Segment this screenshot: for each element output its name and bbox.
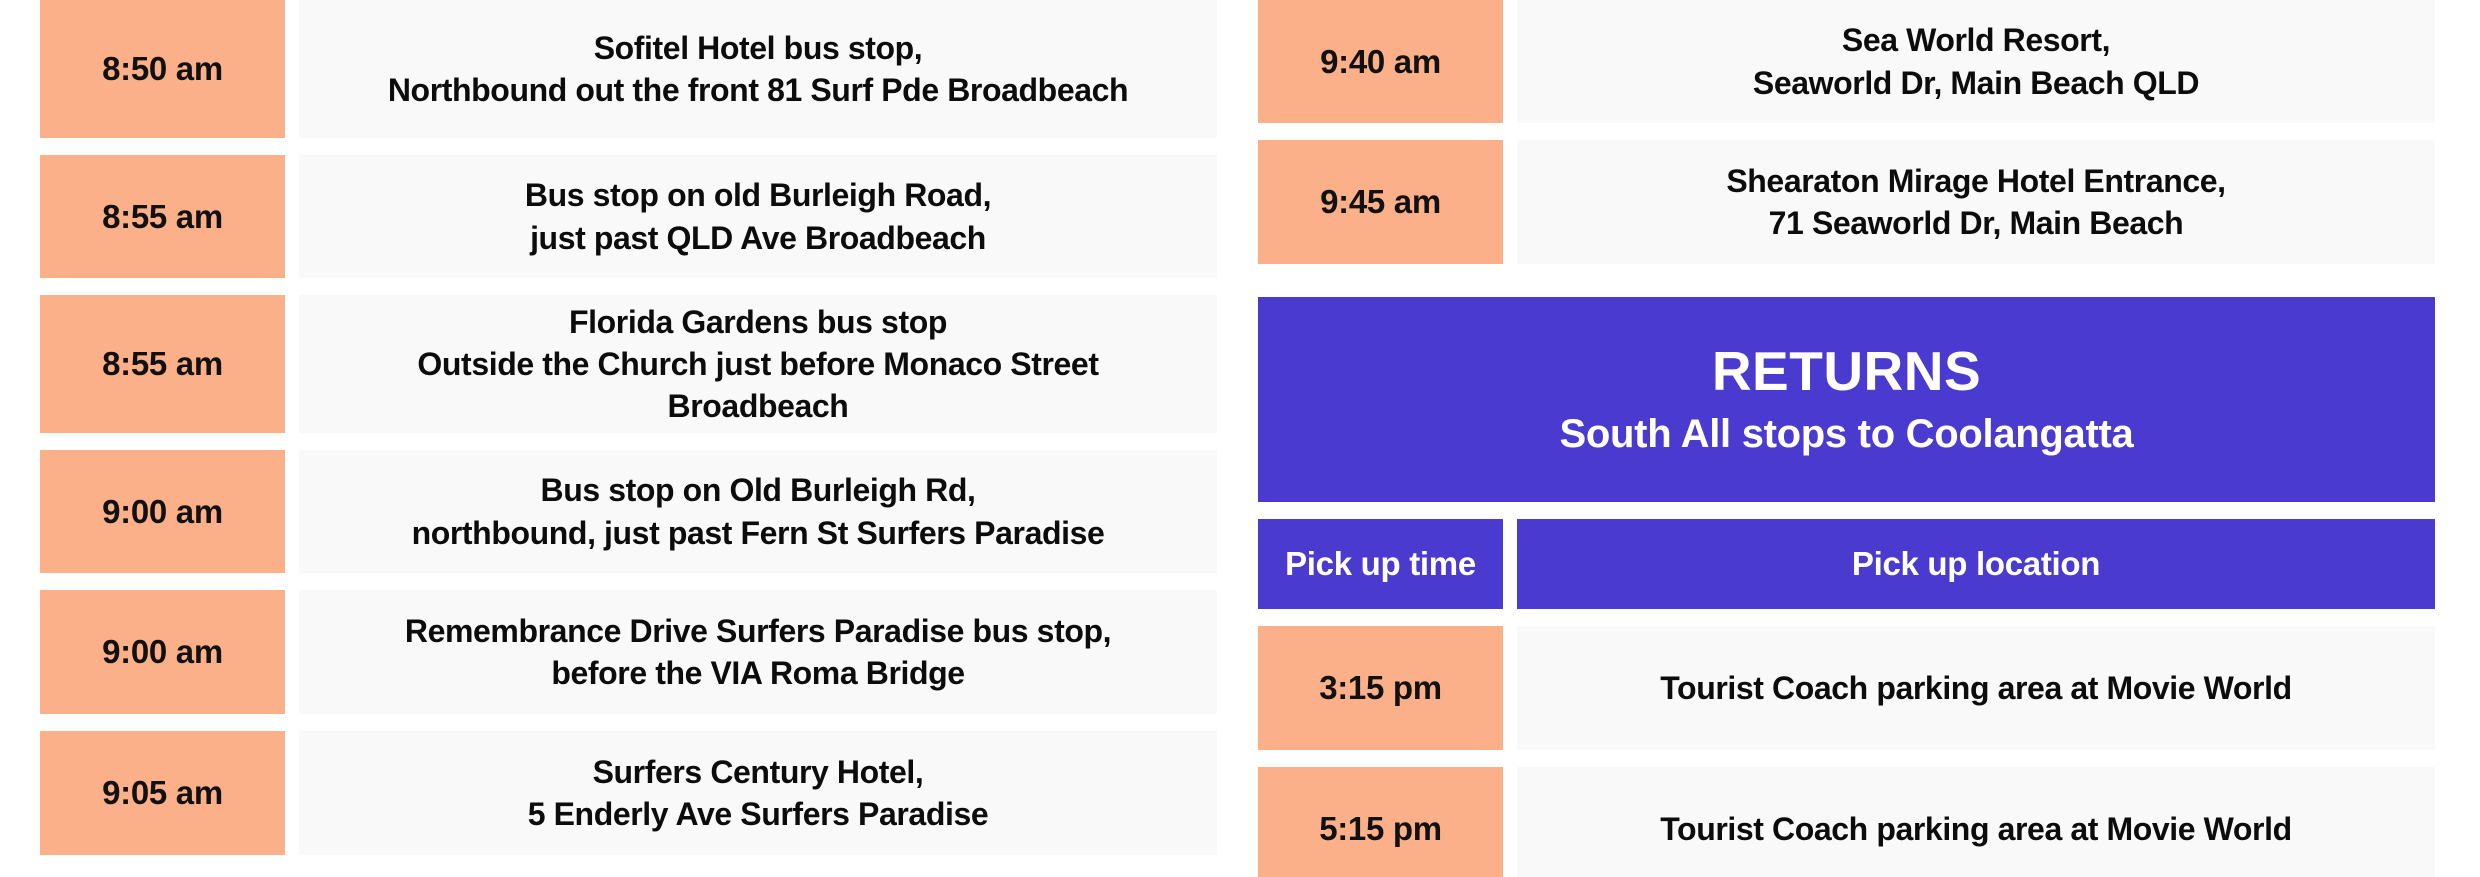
returns-banner-title: RETURNS	[1711, 339, 1982, 402]
location-line: Shearaton Mirage Hotel Entrance,	[1726, 162, 2226, 199]
location-line: before the VIA Roma Bridge	[551, 655, 965, 691]
pickup-time-cell: 9:05 am	[40, 731, 285, 855]
pickup-location-column-header: Pick up location	[1517, 519, 2435, 609]
pickup-location-cell: Tourist Coach parking area at Movie Worl…	[1517, 626, 2435, 750]
table-row: 9:40 am Sea World Resort, Seaworld Dr, M…	[1258, 0, 2435, 123]
returns-schedule-column: 9:40 am Sea World Resort, Seaworld Dr, M…	[1258, 0, 2435, 877]
location-line: Sea World Resort,	[1841, 22, 2111, 59]
pickup-time-cell: 9:00 am	[40, 450, 285, 573]
pickup-time-cell: 9:00 am	[40, 590, 285, 714]
table-row: 8:55 am Florida Gardens bus stop Outside…	[40, 295, 1217, 433]
table-row: 5:15 pm Tourist Coach parking area at Mo…	[1258, 767, 2435, 877]
pickup-time-cell: 8:55 am	[40, 295, 285, 433]
location-line: Northbound out the front 81 Surf Pde Bro…	[387, 72, 1129, 108]
bus-timetable-page: 8:50 am Sofitel Hotel bus stop, Northbou…	[0, 0, 2480, 877]
location-line: Outside the Church just before Monaco St…	[417, 345, 1099, 382]
location-line: northbound, just past Fern St Surfers Pa…	[411, 514, 1105, 551]
pickup-time-cell: 9:40 am	[1258, 0, 1503, 123]
location-line: Tourist Coach parking area at Movie Worl…	[1660, 669, 2292, 706]
location-line: Broadbeach	[667, 388, 849, 425]
table-row: 8:50 am Sofitel Hotel bus stop, Northbou…	[40, 0, 1217, 138]
location-line: Bus stop on Old Burleigh Rd,	[540, 472, 976, 509]
departures-schedule-column: 8:50 am Sofitel Hotel bus stop, Northbou…	[40, 0, 1217, 872]
location-line: Bus stop on old Burleigh Road,	[524, 177, 992, 214]
pickup-location-cell: Remembrance Drive Surfers Paradise bus s…	[299, 590, 1217, 714]
pickup-time-cell: 9:45 am	[1258, 140, 1503, 264]
location-line: Tourist Coach parking area at Movie Worl…	[1660, 810, 2292, 847]
pickup-time-cell: 3:15 pm	[1258, 626, 1503, 750]
pickup-location-cell: Bus stop on Old Burleigh Rd, northbound,…	[299, 450, 1217, 573]
pickup-time-cell: 5:15 pm	[1258, 767, 1503, 877]
location-line: Sofitel Hotel bus stop,	[593, 29, 923, 66]
location-line: Seaworld Dr, Main Beach QLD	[1752, 64, 2200, 101]
location-line: Surfers Century Hotel,	[592, 753, 924, 790]
location-line: Remembrance Drive Surfers Paradise bus s…	[404, 612, 1112, 649]
table-row: 9:45 am Shearaton Mirage Hotel Entrance,…	[1258, 140, 2435, 264]
table-row: 8:55 am Bus stop on old Burleigh Road, j…	[40, 155, 1217, 278]
pickup-location-cell: Sofitel Hotel bus stop, Northbound out t…	[299, 0, 1217, 138]
location-line: 71 Seaworld Dr, Main Beach	[1768, 205, 2184, 241]
returns-banner: RETURNS South All stops to Coolangatta	[1258, 297, 2435, 502]
pickup-location-cell: Sea World Resort, Seaworld Dr, Main Beac…	[1517, 0, 2435, 123]
pickup-time-cell: 8:50 am	[40, 0, 285, 138]
pickup-time-column-header: Pick up time	[1258, 519, 1503, 609]
pickup-location-cell: Bus stop on old Burleigh Road, just past…	[299, 155, 1217, 278]
table-row: 9:05 am Surfers Century Hotel, 5 Enderly…	[40, 731, 1217, 855]
table-row: 9:00 am Bus stop on Old Burleigh Rd, nor…	[40, 450, 1217, 573]
returns-banner-subtitle: South All stops to Coolangatta	[1559, 412, 2134, 457]
pickup-location-cell: Tourist Coach parking area at Movie Worl…	[1517, 767, 2435, 877]
table-header-row: Pick up time Pick up location	[1258, 519, 2435, 609]
pickup-location-cell: Surfers Century Hotel, 5 Enderly Ave Sur…	[299, 731, 1217, 855]
location-line: Florida Gardens bus stop	[568, 303, 947, 340]
table-row: 3:15 pm Tourist Coach parking area at Mo…	[1258, 626, 2435, 750]
pickup-location-cell: Florida Gardens bus stop Outside the Chu…	[299, 295, 1217, 433]
pickup-location-cell: Shearaton Mirage Hotel Entrance, 71 Seaw…	[1517, 140, 2435, 264]
location-line: just past QLD Ave Broadbeach	[530, 219, 986, 256]
pickup-time-cell: 8:55 am	[40, 155, 285, 278]
table-row: 9:00 am Remembrance Drive Surfers Paradi…	[40, 590, 1217, 714]
location-line: 5 Enderly Ave Surfers Paradise	[527, 796, 989, 832]
